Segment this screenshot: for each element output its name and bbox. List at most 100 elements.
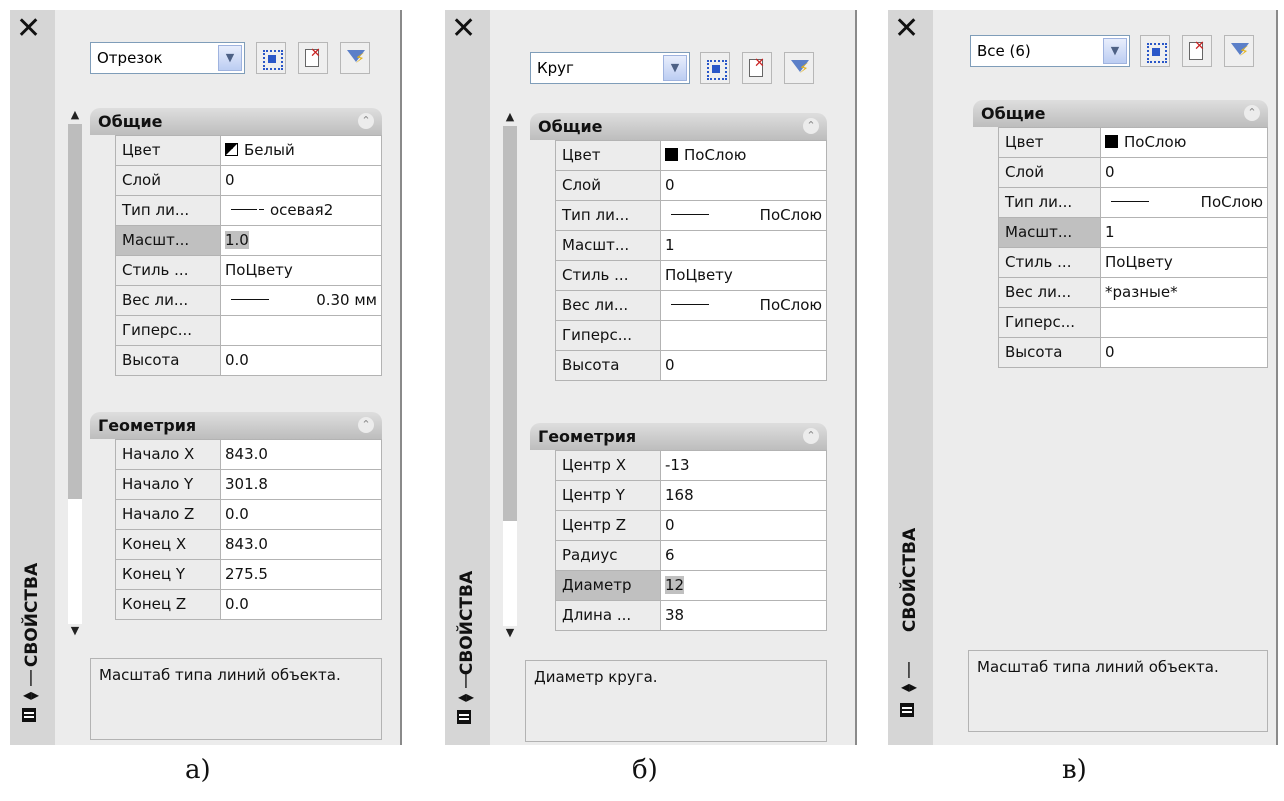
collapse-icon[interactable]: ⌃ [803,118,819,134]
autohide-icon[interactable]: |◂▸ [22,668,40,704]
linetype-sample [231,209,257,210]
property-row[interactable]: Гиперс... [555,320,827,350]
section-general-header[interactable]: Общие ⌃ [90,108,382,135]
section-geometry-header[interactable]: Геометрия ⌃ [90,412,382,439]
select-objects-button[interactable] [1182,35,1212,67]
property-row[interactable]: Цвет Белый [115,135,382,165]
property-row[interactable]: Гиперс... [998,307,1268,337]
property-row[interactable]: Слой 0 [998,157,1268,187]
autohide-icon[interactable]: |◂▸ [900,660,918,696]
chevron-down-icon[interactable]: ▼ [1103,38,1127,64]
property-row[interactable]: Тип ли... ПоСлою [555,200,827,230]
scroll-thumb[interactable] [503,126,517,521]
property-row[interactable]: Высота 0 [998,337,1268,368]
panel-sidebar: ✕ СВОЙСТВА |◂▸ [888,10,933,745]
object-type-select[interactable]: Все (6) ▼ [970,35,1130,67]
property-row[interactable]: Радиус 6 [555,540,827,570]
section-geometry-header[interactable]: Геометрия ⌃ [530,423,827,450]
geometry-properties: Центр X -13 Центр Y 168 Центр Z 0 Радиус… [555,450,827,631]
property-row[interactable]: Гиперс... [115,315,382,345]
property-row[interactable]: Масшт... 1.0 [115,225,382,255]
property-row[interactable]: Цвет ПоСлою [998,127,1268,157]
scroll-down-icon[interactable]: ▼ [65,624,85,637]
property-row[interactable]: Диаметр 12 [555,570,827,600]
toggle-pickadd-button[interactable] [1140,35,1170,67]
quick-select-button[interactable] [784,52,814,84]
object-type-select[interactable]: Отрезок ▼ [90,42,245,74]
scroll-down-icon[interactable]: ▼ [500,626,520,639]
figure-caption: в) [1062,755,1087,785]
chevron-down-icon[interactable]: ▼ [218,45,242,71]
property-row[interactable]: Стиль ... ПоЦвету [998,247,1268,277]
quick-select-button[interactable] [1224,35,1254,67]
toggle-pickadd-button[interactable] [700,52,730,84]
property-row[interactable]: Конец Y 275.5 [115,559,382,589]
property-row[interactable]: Вес ли... 0.30 мм [115,285,382,315]
property-row[interactable]: Центр X -13 [555,450,827,480]
scrollbar[interactable]: ▲ ▼ [65,108,85,648]
scrollbar[interactable]: ▲ ▼ [500,110,520,650]
property-row[interactable]: Центр Z 0 [555,510,827,540]
property-row[interactable]: Цвет ПоСлою [555,140,827,170]
property-row[interactable]: Вес ли... *разные* [998,277,1268,307]
property-row[interactable]: Тип ли... осевая2 [115,195,382,225]
property-description: Масштаб типа линий объекта. [90,658,382,740]
scroll-thumb[interactable] [68,124,82,499]
property-row[interactable]: Тип ли... ПоСлою [998,187,1268,217]
property-row[interactable]: Начало Z 0.0 [115,499,382,529]
section-general-header[interactable]: Общие ⌃ [973,100,1268,127]
general-properties: Цвет Белый Слой 0 Тип ли... осевая2 Масш… [115,135,382,376]
scroll-up-icon[interactable]: ▲ [500,110,520,123]
collapse-icon[interactable]: ⌃ [803,428,819,444]
color-swatch [1105,135,1118,148]
figure-caption: а) [185,755,211,785]
property-description: Масштаб типа линий объекта. [968,650,1268,732]
property-row[interactable]: Длина ... 38 [555,600,827,631]
property-row[interactable]: Стиль ... ПоЦвету [115,255,382,285]
properties-menu-icon[interactable] [457,710,471,724]
linetype-sample [1111,201,1149,202]
properties-panel-a: ✕ СВОЙСТВА |◂▸ ▲ ▼ Отрезок ▼ Общие ⌃ Цве… [10,10,402,745]
properties-panel-b: ✕ СВОЙСТВА |◂▸ ▲ ▼ Круг ▼ Общие ⌃ Цвет П… [445,10,857,745]
scroll-up-icon[interactable]: ▲ [65,108,85,121]
property-row[interactable]: Начало Y 301.8 [115,469,382,499]
properties-menu-icon[interactable] [900,703,914,717]
panel-title: СВОЙСТВА [900,527,920,633]
property-row[interactable]: Высота 0 [555,350,827,381]
quick-select-button[interactable] [340,42,370,74]
autohide-icon[interactable]: |◂▸ [457,670,475,706]
property-row[interactable]: Начало X 843.0 [115,439,382,469]
property-row[interactable]: Центр Y 168 [555,480,827,510]
general-properties: Цвет ПоСлою Слой 0 Тип ли... ПоСлою Масш… [555,140,827,381]
linetype-sample [671,214,709,215]
property-row[interactable]: Масшт... 1 [998,217,1268,247]
lineweight-sample [671,304,709,305]
chevron-down-icon[interactable]: ▼ [663,55,687,81]
color-swatch [665,148,678,161]
collapse-icon[interactable]: ⌃ [358,417,374,433]
property-row[interactable]: Конец Z 0.0 [115,589,382,620]
property-row[interactable]: Вес ли... ПоСлою [555,290,827,320]
close-icon[interactable]: ✕ [451,14,476,44]
collapse-icon[interactable]: ⌃ [358,113,374,129]
select-objects-button[interactable] [298,42,328,74]
property-row[interactable]: Слой 0 [555,170,827,200]
section-general-header[interactable]: Общие ⌃ [530,113,827,140]
general-properties: Цвет ПоСлою Слой 0 Тип ли... ПоСлою Масш… [998,127,1268,368]
close-icon[interactable]: ✕ [16,14,41,44]
properties-panel-c: ✕ СВОЙСТВА |◂▸ Все (6) ▼ Общие ⌃ Цвет По… [888,10,1278,745]
geometry-properties: Начало X 843.0 Начало Y 301.8 Начало Z 0… [115,439,382,620]
property-row[interactable]: Конец X 843.0 [115,529,382,559]
property-description: Диаметр круга. [525,660,827,742]
panel-title: СВОЙСТВА [22,562,42,668]
property-row[interactable]: Слой 0 [115,165,382,195]
property-row[interactable]: Стиль ... ПоЦвету [555,260,827,290]
properties-menu-icon[interactable] [22,708,36,722]
property-row[interactable]: Высота 0.0 [115,345,382,376]
collapse-icon[interactable]: ⌃ [1244,105,1260,121]
select-objects-button[interactable] [742,52,772,84]
toggle-pickadd-button[interactable] [256,42,286,74]
property-row[interactable]: Масшт... 1 [555,230,827,260]
close-icon[interactable]: ✕ [894,14,919,44]
object-type-select[interactable]: Круг ▼ [530,52,690,84]
